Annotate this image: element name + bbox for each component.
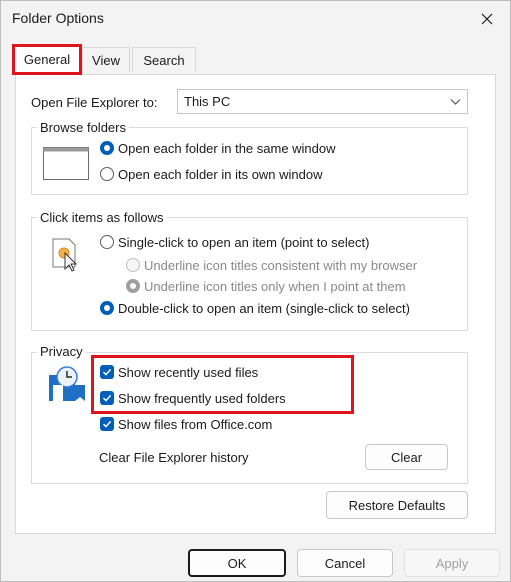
single-click-label: Single-click to open an item (point to s…: [118, 235, 370, 250]
apply-label: Apply: [435, 555, 469, 571]
radio-own-window[interactable]: [100, 167, 114, 181]
title-bar: Folder Options: [1, 1, 510, 37]
window-preview-icon: [43, 147, 89, 180]
same-window-label: Open each folder in the same window: [118, 141, 336, 156]
chevron-down-icon: [450, 99, 461, 105]
underline-browser-label: Underline icon titles consistent with my…: [144, 258, 418, 273]
ok-button[interactable]: OK: [188, 549, 286, 577]
restore-defaults-button[interactable]: Restore Defaults: [326, 491, 468, 519]
window-title: Folder Options: [12, 10, 104, 26]
radio-single-click[interactable]: [100, 235, 114, 249]
highlight-box: [91, 355, 354, 414]
radio-underline-point[interactable]: [126, 279, 140, 293]
privacy-title: Privacy: [37, 344, 86, 359]
checkbox-office-files[interactable]: [100, 417, 114, 431]
close-icon: [481, 13, 493, 25]
tab-search-label: Search: [143, 52, 185, 68]
office-files-label: Show files from Office.com: [118, 417, 273, 432]
restore-defaults-label: Restore Defaults: [348, 497, 446, 513]
cancel-label: Cancel: [324, 555, 366, 571]
double-click-label: Double-click to open an item (single-cli…: [118, 301, 410, 316]
browse-folders-group: [31, 127, 468, 195]
radio-double-click[interactable]: [100, 301, 114, 315]
open-explorer-label: Open File Explorer to:: [31, 95, 158, 110]
clear-button[interactable]: Clear: [365, 444, 448, 470]
cancel-button[interactable]: Cancel: [297, 549, 393, 577]
open-explorer-value: This PC: [184, 94, 231, 109]
clear-button-label: Clear: [390, 449, 423, 465]
click-items-title: Click items as follows: [37, 210, 167, 225]
radio-underline-browser[interactable]: [126, 258, 140, 272]
own-window-label: Open each folder in its own window: [118, 167, 323, 182]
checkmark-icon: [102, 420, 112, 428]
tab-general[interactable]: General: [12, 44, 82, 75]
ok-label: OK: [227, 555, 247, 571]
folder-options-window: Folder Options General View Search Open …: [0, 0, 511, 582]
tab-search[interactable]: Search: [132, 47, 196, 72]
pointer-click-icon: [52, 238, 78, 272]
apply-button[interactable]: Apply: [404, 549, 500, 577]
tab-general-label: General: [23, 52, 71, 67]
clear-history-label: Clear File Explorer history: [99, 450, 249, 465]
tab-view[interactable]: View: [82, 47, 130, 72]
close-button[interactable]: [464, 1, 510, 37]
tab-view-label: View: [92, 52, 120, 68]
browse-folders-title: Browse folders: [37, 120, 129, 135]
underline-point-label: Underline icon titles only when I point …: [144, 279, 406, 294]
radio-same-window[interactable]: [100, 141, 114, 155]
open-explorer-dropdown[interactable]: This PC: [177, 89, 468, 114]
recent-files-icon: [49, 366, 85, 401]
